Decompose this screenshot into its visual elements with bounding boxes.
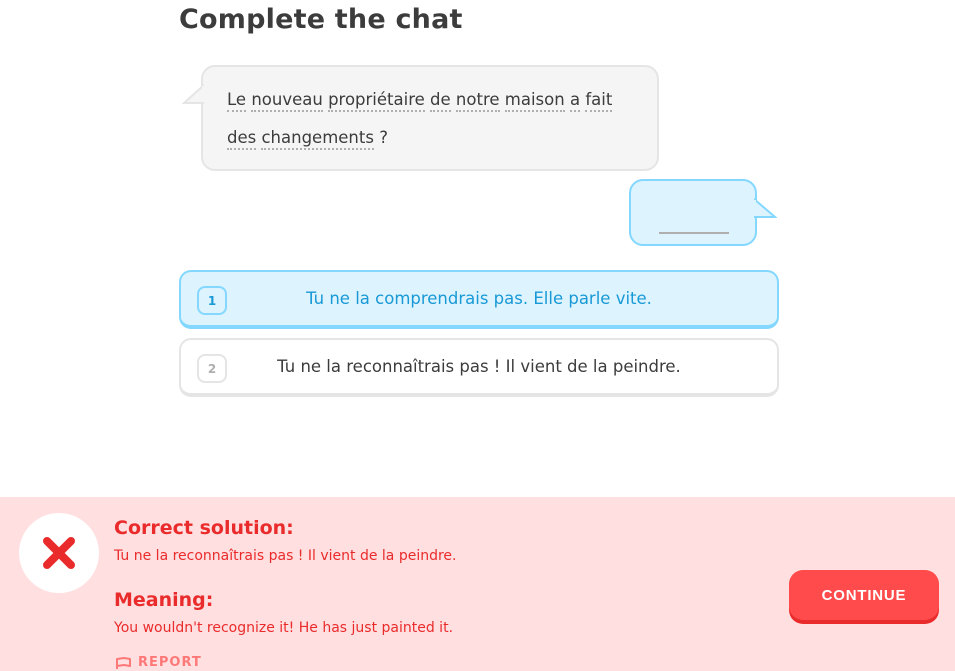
bubble-tail-right [754, 198, 777, 218]
answer-blank [659, 232, 729, 234]
choice-text: Tu ne la comprendrais pas. Elle parle vi… [306, 289, 652, 308]
prompt-line-2: des changements ? [227, 119, 657, 157]
choice-option-2[interactable]: 2 Tu ne la reconnaîtrais pas ! Il vient … [179, 338, 779, 397]
solution-text: Tu ne la reconnaîtrais pas ! Il vient de… [114, 548, 457, 564]
incorrect-badge [19, 513, 99, 593]
choice-text: Tu ne la reconnaîtrais pas ! Il vient de… [277, 357, 681, 376]
word-token[interactable]: changements [261, 128, 374, 150]
word-token[interactable]: des [227, 128, 257, 150]
word-token[interactable]: nouveau [251, 90, 323, 112]
page-title: Complete the chat [179, 4, 463, 35]
word-token[interactable]: a [569, 90, 581, 112]
report-label: REPORT [138, 655, 202, 670]
flag-icon [116, 656, 131, 669]
lesson-page: Complete the chat Le nouveau propriétair… [0, 0, 955, 671]
choice-option-1[interactable]: 1 Tu ne la comprendrais pas. Elle parle … [179, 270, 779, 329]
solution-heading: Correct solution: [114, 517, 294, 539]
word-token[interactable]: notre [455, 90, 500, 112]
punctuation: ? [379, 128, 388, 147]
meaning-text: You wouldn't recognize it! He has just p… [114, 620, 454, 636]
continue-button[interactable]: CONTINUE [789, 570, 939, 620]
prompt-line-1: Le nouveau propriétaire de notre maison … [227, 81, 657, 119]
incoming-chat-bubble: Le nouveau propriétaire de notre maison … [182, 65, 659, 171]
word-token[interactable]: Le [227, 90, 247, 112]
bubble-tail-left [182, 84, 204, 104]
answer-chat-bubble [629, 179, 777, 246]
report-button[interactable]: REPORT [115, 655, 202, 670]
word-token[interactable]: de [430, 90, 451, 112]
feedback-panel: Correct solution: Tu ne la reconnaîtrais… [0, 497, 955, 671]
word-token[interactable]: maison [504, 90, 565, 112]
meaning-heading: Meaning: [114, 589, 214, 611]
word-token[interactable]: propriétaire [328, 90, 425, 112]
x-mark-icon [43, 537, 75, 569]
word-token[interactable]: fait [585, 90, 613, 112]
